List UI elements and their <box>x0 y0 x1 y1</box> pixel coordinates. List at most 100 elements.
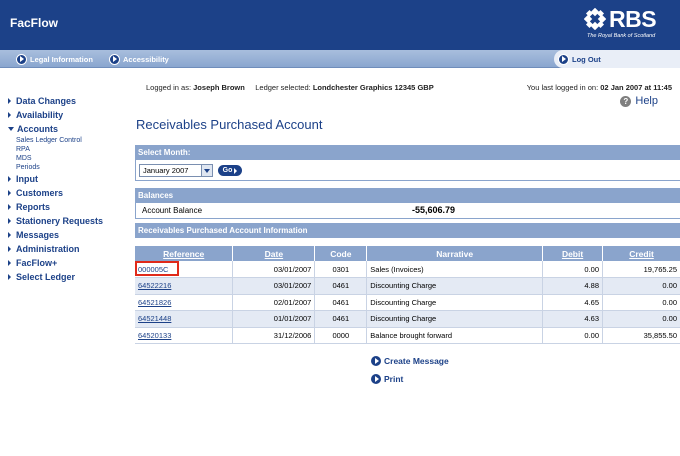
rbs-logo: RBS The Royal Bank of Scotland <box>584 6 672 44</box>
code-cell: 0461 <box>314 277 368 295</box>
sidebar-subitem-periods[interactable]: Periods <box>8 163 128 172</box>
credit-cell: 0.00 <box>602 310 680 328</box>
chevron-down-icon <box>201 165 212 176</box>
account-info-header: Receivables Purchased Account Informatio… <box>135 223 680 238</box>
month-select[interactable]: January 2007 <box>139 164 213 177</box>
legal-information-link[interactable]: Legal Information <box>16 52 93 66</box>
table-row: 64520133 31/12/2006 0000 Balance brought… <box>135 327 680 344</box>
triangle-right-icon <box>8 246 11 252</box>
debit-cell: 0.00 <box>542 327 604 344</box>
page-title: Receivables Purchased Account <box>136 117 323 132</box>
reference-link[interactable]: 64520133 <box>135 327 234 344</box>
triangle-right-icon <box>8 232 11 238</box>
triangle-down-icon <box>8 127 14 131</box>
table-row: 64521826 02/01/2007 0461 Discounting Cha… <box>135 294 680 311</box>
triangle-right-icon <box>8 204 11 210</box>
sidebar-subitem-sales-ledger-control[interactable]: Sales Ledger Control <box>8 136 128 145</box>
date-cell: 01/01/2007 <box>232 310 316 328</box>
column-header-credit[interactable]: Credit <box>602 246 680 261</box>
sidebar-item-accounts[interactable]: Accounts <box>8 122 128 136</box>
code-cell: 0301 <box>314 261 368 278</box>
rbs-daisy-wheel-icon <box>584 8 606 30</box>
debit-cell: 4.88 <box>542 277 604 295</box>
triangle-right-icon <box>8 218 11 224</box>
reference-link[interactable]: 64522216 <box>135 277 234 295</box>
date-cell: 02/01/2007 <box>232 294 316 311</box>
column-header-date[interactable]: Date <box>232 246 316 261</box>
last-login-info: You last logged in on: 02 Jan 2007 at 11… <box>526 83 672 92</box>
triangle-right-icon <box>8 190 11 196</box>
arrow-right-icon <box>371 356 381 366</box>
credit-cell: 0.00 <box>602 294 680 311</box>
transactions-table: Reference Date Code Narrative Debit Cred… <box>135 246 680 344</box>
debit-cell: 4.65 <box>542 294 604 311</box>
date-cell: 03/01/2007 <box>232 277 316 295</box>
triangle-right-icon <box>8 274 11 280</box>
code-cell: 0461 <box>314 294 368 311</box>
narrative-cell: Discounting Charge <box>366 294 544 311</box>
column-header-reference[interactable]: Reference <box>135 246 234 261</box>
sidebar-subitem-rpa[interactable]: RPA <box>8 145 128 154</box>
date-cell: 03/01/2007 <box>232 261 316 278</box>
triangle-right-icon <box>8 176 11 182</box>
sidebar-item-messages[interactable]: Messages <box>8 228 128 242</box>
code-cell: 0000 <box>314 327 368 344</box>
accessibility-link[interactable]: Accessibility <box>109 52 169 66</box>
reference-link[interactable]: 64521826 <box>135 294 234 311</box>
sidebar-item-customers[interactable]: Customers <box>8 186 128 200</box>
code-cell: 0461 <box>314 310 368 328</box>
sidebar-item-select-ledger[interactable]: Select Ledger <box>8 270 128 284</box>
credit-cell: 19,765.25 <box>602 261 680 278</box>
sidebar-item-facflow-plus[interactable]: FacFlow+ <box>8 256 128 270</box>
help-link[interactable]: ? Help <box>620 95 658 107</box>
table-row: 64522216 03/01/2007 0461 Discounting Cha… <box>135 277 680 295</box>
sidebar-item-input[interactable]: Input <box>8 172 128 186</box>
narrative-cell: Balance brought forward <box>366 327 544 344</box>
narrative-cell: Discounting Charge <box>366 277 544 295</box>
credit-cell: 35,855.50 <box>602 327 680 344</box>
print-link[interactable]: Print <box>371 374 403 384</box>
top-nav: Legal Information Accessibility Log Out <box>0 50 680 68</box>
app-title: FacFlow <box>10 16 59 30</box>
date-cell: 31/12/2006 <box>232 327 316 344</box>
table-row: 64521448 01/01/2007 0461 Discounting Cha… <box>135 310 680 328</box>
balances-panel: Account Balance -55,606.79 <box>135 203 680 219</box>
go-button[interactable]: Go <box>218 165 242 176</box>
select-month-panel: January 2007 Go <box>135 160 680 181</box>
brand-tagline: The Royal Bank of Scotland <box>587 33 656 39</box>
account-balance-value: -55,606.79 <box>412 205 456 215</box>
debit-cell: 4.63 <box>542 310 604 328</box>
sidebar-item-stationery-requests[interactable]: Stationery Requests <box>8 214 128 228</box>
brand-name: RBS <box>609 6 657 32</box>
logout-button[interactable]: Log Out <box>554 50 680 68</box>
sidebar-item-reports[interactable]: Reports <box>8 200 128 214</box>
sidebar-item-availability[interactable]: Availability <box>8 108 128 122</box>
triangle-right-icon <box>8 98 11 104</box>
reference-link[interactable]: 64521448 <box>135 310 234 328</box>
sidebar-item-data-changes[interactable]: Data Changes <box>8 94 128 108</box>
sidebar-subitem-mds[interactable]: MDS <box>8 154 128 163</box>
table-row: 000005C 03/01/2007 0301 Sales (Invoices)… <box>135 260 680 278</box>
column-header-code: Code <box>314 246 368 261</box>
sidebar-item-administration[interactable]: Administration <box>8 242 128 256</box>
session-info: Logged in as: Joseph Brown Ledger select… <box>146 83 434 92</box>
sidebar: Data Changes Availability Accounts Sales… <box>8 94 128 284</box>
arrow-right-icon <box>234 167 238 174</box>
arrow-right-icon <box>558 53 569 65</box>
column-header-debit[interactable]: Debit <box>542 246 604 261</box>
user-name: Joseph Brown <box>193 83 245 92</box>
create-message-link[interactable]: Create Message <box>371 356 449 366</box>
help-icon: ? <box>620 95 632 107</box>
reference-link[interactable]: 000005C <box>135 260 234 278</box>
narrative-cell: Sales (Invoices) <box>366 261 544 278</box>
triangle-right-icon <box>8 112 11 118</box>
narrative-cell: Discounting Charge <box>366 310 544 328</box>
ledger-name: Londchester Graphics 12345 GBP <box>312 83 434 92</box>
debit-cell: 0.00 <box>542 261 604 278</box>
triangle-right-icon <box>8 260 11 266</box>
arrow-right-icon <box>109 53 120 65</box>
arrow-right-icon <box>371 374 381 384</box>
column-header-narrative: Narrative <box>366 246 544 261</box>
arrow-right-icon <box>16 53 27 65</box>
select-month-header: Select Month: <box>135 145 680 160</box>
